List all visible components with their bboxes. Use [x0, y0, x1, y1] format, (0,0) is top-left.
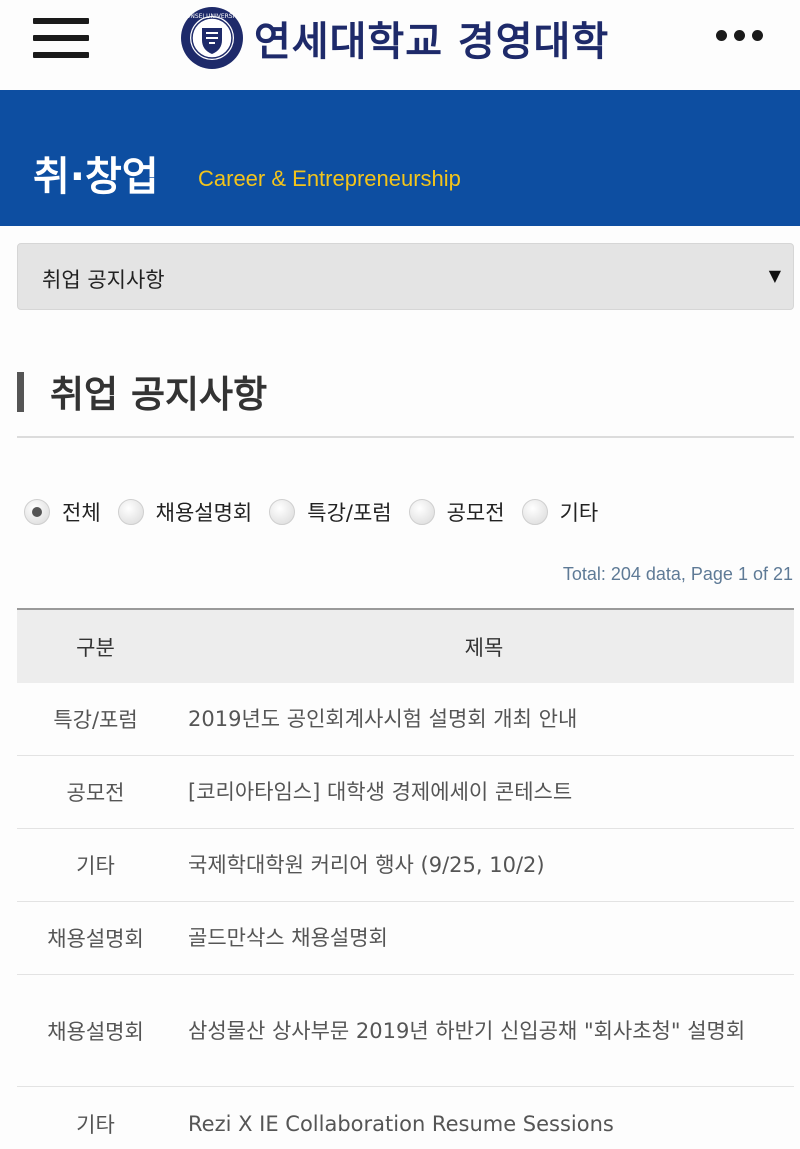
- filter-radio-etc[interactable]: 기타: [521, 497, 599, 527]
- column-header-category: 구분: [76, 635, 115, 660]
- university-seal-icon: YONSEI UNIVERSITY: [181, 7, 243, 69]
- banner-title: 취·창업: [33, 154, 159, 200]
- section-heading: 취업 공지사항: [50, 373, 268, 416]
- radio-icon: [24, 499, 50, 525]
- row-title-link[interactable]: [코리아타임스] 대학생 경제에세이 콘테스트: [174, 774, 794, 810]
- logo[interactable]: YONSEI UNIVERSITY 연세대학교 경영대학: [180, 6, 609, 70]
- column-header-title: 제목: [464, 635, 504, 660]
- radio-icon: [408, 499, 435, 525]
- filter-radio-contest[interactable]: 공모전: [408, 497, 505, 527]
- table-row[interactable]: 기타 국제학대학원 커리어 행사 (9/25, 10/2): [17, 829, 794, 902]
- row-category: 기타: [76, 854, 115, 878]
- row-category: 채용설명회: [47, 927, 144, 951]
- category-select[interactable]: 취업 공지사항 ▼: [17, 243, 794, 310]
- row-category: 기타: [76, 1112, 115, 1137]
- filter-label: 공모전: [446, 501, 505, 525]
- row-title-link[interactable]: 삼성물산 상사부문 2019년 하반기 신입공채 "회사초청" 설명회: [174, 1013, 794, 1049]
- filter-label: 특강/포럼: [307, 501, 392, 525]
- row-title-link[interactable]: 국제학대학원 커리어 행사 (9/25, 10/2): [174, 847, 794, 883]
- brand-title: 연세대학교 경영대학: [254, 19, 610, 65]
- filter-label: 전체: [62, 501, 101, 525]
- table-row[interactable]: 특강/포럼 2019년도 공인회계사시험 설명회 개최 안내: [17, 683, 794, 756]
- filter-radio-group: 전체 채용설명회 특강/포럼 공모전 기타: [24, 494, 615, 530]
- filter-label: 기타: [559, 501, 599, 525]
- row-category: 공모전: [66, 781, 125, 805]
- row-category: 채용설명회: [47, 1019, 144, 1044]
- notice-table: 구분 제목 특강/포럼 2019년도 공인회계사시험 설명회 개최 안내 공모전…: [17, 608, 794, 1149]
- more-dots-icon[interactable]: [716, 30, 763, 41]
- table-row[interactable]: 기타 Rezi X IE Collaboration Resume Sessio…: [17, 1087, 794, 1149]
- row-title-link[interactable]: 골드만삭스 채용설명회: [174, 920, 794, 956]
- filter-radio-lecture-forum[interactable]: 특강/포럼: [269, 497, 392, 527]
- row-title-link[interactable]: Rezi X IE Collaboration Resume Sessions: [174, 1106, 794, 1142]
- table-row[interactable]: 공모전 [코리아타임스] 대학생 경제에세이 콘테스트: [17, 756, 794, 829]
- caret-down-icon: ▼: [768, 266, 781, 285]
- radio-icon: [521, 499, 548, 525]
- top-bar: YONSEI UNIVERSITY 연세대학교 경영대학: [0, 0, 800, 90]
- radio-icon: [117, 499, 144, 525]
- page-banner: 취·창업 Career & Entrepreneurship: [0, 90, 800, 226]
- hamburger-icon[interactable]: [33, 18, 89, 58]
- radio-icon: [269, 499, 296, 525]
- table-header: 구분 제목: [17, 608, 794, 683]
- table-row[interactable]: 채용설명회 골드만삭스 채용설명회: [17, 902, 794, 975]
- row-category: 특강/포럼: [53, 708, 138, 732]
- filter-radio-all[interactable]: 전체: [24, 497, 101, 527]
- table-row[interactable]: 채용설명회 삼성물산 상사부문 2019년 하반기 신입공채 "회사초청" 설명…: [17, 975, 794, 1087]
- category-select-value: 취업 공지사항: [42, 268, 165, 292]
- banner-subtitle: Career & Entrepreneurship: [198, 166, 461, 191]
- row-title-link[interactable]: 2019년도 공인회계사시험 설명회 개최 안내: [174, 701, 794, 737]
- filter-label: 채용설명회: [155, 501, 253, 525]
- heading-divider: [17, 436, 794, 438]
- filter-radio-recruiting-session[interactable]: 채용설명회: [117, 497, 253, 527]
- seal-text: YONSEI UNIVERSITY: [181, 13, 242, 20]
- total-count: Total: 204 data, Page 1 of 21: [562, 564, 793, 584]
- heading-accent-bar: [17, 372, 24, 412]
